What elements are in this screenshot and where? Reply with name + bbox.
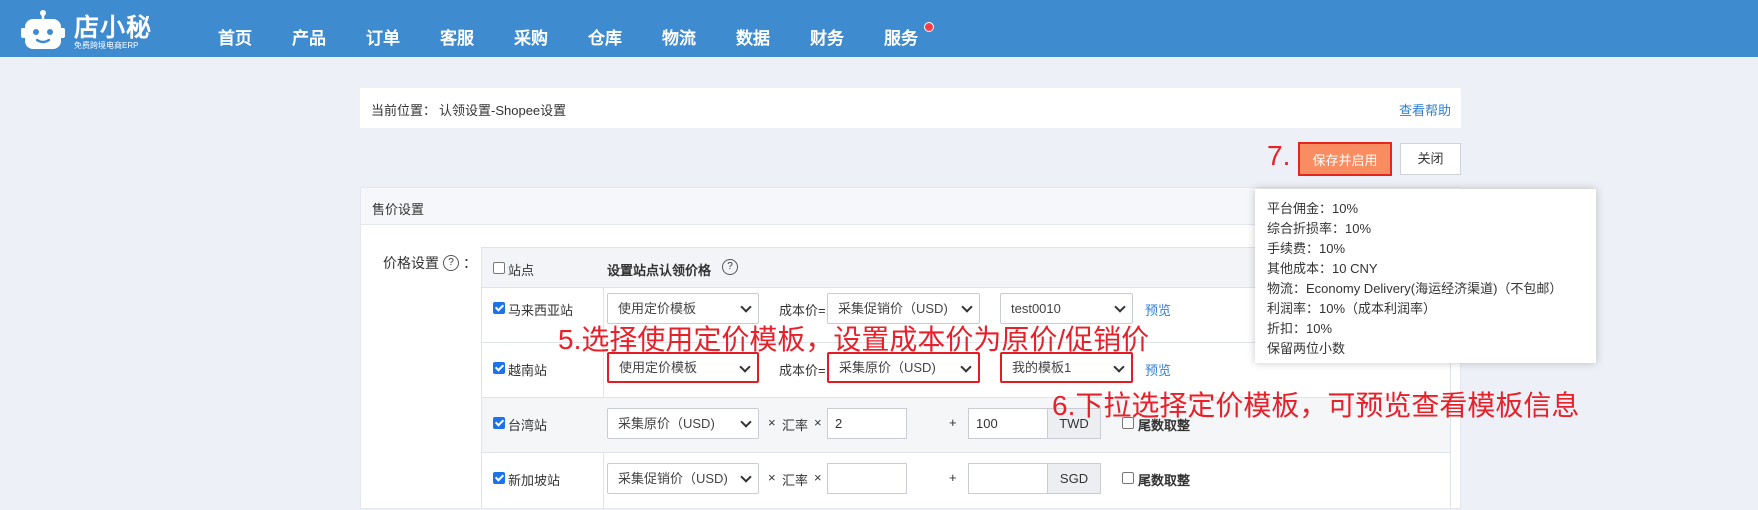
site-label: 新加坡站 bbox=[508, 473, 561, 488]
cost-price-label: 成本价= bbox=[779, 363, 826, 378]
pricing-mode-value: 使用定价模板 bbox=[619, 360, 698, 375]
help-question-icon[interactable]: ? bbox=[443, 255, 459, 271]
pricing-template-value: 我的模板1 bbox=[1012, 360, 1072, 375]
site-checkbox-malaysia[interactable] bbox=[493, 302, 505, 314]
source-price-select[interactable]: 采集促销价（USD) bbox=[607, 463, 759, 494]
help-link[interactable]: 查看帮助 bbox=[1399, 100, 1451, 119]
chevron-down-icon bbox=[961, 301, 973, 313]
exchange-rate-label: 汇率 bbox=[782, 418, 809, 433]
plus-sign: + bbox=[949, 470, 957, 485]
chevron-down-icon bbox=[1113, 361, 1125, 373]
breadcrumb-path: 认领设置-Shopee设置 bbox=[439, 103, 567, 118]
chevron-down-icon bbox=[740, 301, 752, 313]
nav-item-services-wrap: 服务 bbox=[864, 0, 938, 57]
site-checkbox-vietnam[interactable] bbox=[493, 362, 505, 374]
cost-price-label: 成本价= bbox=[779, 303, 826, 318]
logo[interactable]: 店小秘 免费跨境电商ERP bbox=[18, 6, 158, 52]
tooltip-line: 手续费：10% bbox=[1267, 241, 1346, 256]
chevron-down-icon bbox=[960, 361, 972, 373]
chevron-down-icon bbox=[740, 471, 752, 483]
chevron-down-icon bbox=[740, 416, 752, 428]
nav-item-logistics[interactable]: 物流 bbox=[642, 0, 716, 57]
header-price: 设置站点认领价格 bbox=[607, 263, 712, 278]
tooltip-line: 平台佣金：10% bbox=[1267, 201, 1359, 216]
plus-sign: + bbox=[949, 415, 957, 430]
robot-logo-icon bbox=[21, 10, 65, 49]
site-checkbox-taiwan[interactable] bbox=[493, 417, 505, 429]
price-help-icon[interactable]: ? bbox=[722, 259, 738, 275]
exchange-rate-label: 汇率 bbox=[782, 473, 809, 488]
times-sign: × bbox=[814, 470, 822, 485]
nav-item-warehouse[interactable]: 仓库 bbox=[568, 0, 642, 57]
chevron-down-icon bbox=[739, 361, 751, 373]
nav-item-products[interactable]: 产品 bbox=[272, 0, 346, 57]
main-nav: 首页 产品 订单 客服 采购 仓库 物流 数据 财务 服务 bbox=[198, 0, 938, 57]
save-and-enable-button[interactable]: 保存并启用 bbox=[1298, 142, 1392, 176]
currency-addon: SGD bbox=[1047, 463, 1101, 494]
site-checkbox-singapore[interactable] bbox=[493, 472, 505, 484]
tooltip-line: 综合折损率：10% bbox=[1267, 221, 1372, 236]
source-price-value: 采集促销价（USD) bbox=[618, 471, 728, 486]
tooltip-line: 物流：Economy Delivery(海运经济渠道)（不包邮） bbox=[1267, 281, 1563, 296]
preview-link[interactable]: 预览 bbox=[1145, 300, 1171, 319]
round-tail-label: 尾数取整 bbox=[1138, 473, 1191, 488]
brand-name: 店小秘 bbox=[74, 14, 153, 42]
nav-item-home[interactable]: 首页 bbox=[198, 0, 272, 57]
step-5-annotation: 5.选择使用定价模板，设置成本价为原价/促销价 bbox=[558, 324, 1150, 355]
source-price-value: 采集原价（USD) bbox=[618, 416, 715, 431]
select-all-checkbox[interactable] bbox=[493, 262, 505, 274]
top-navbar: 店小秘 免费跨境电商ERP 首页 产品 订单 客服 采购 仓库 物流 数据 财务… bbox=[0, 0, 1758, 57]
breadcrumb-label: 当前位置： bbox=[371, 103, 437, 118]
additional-amount-input[interactable]: 100 bbox=[968, 408, 1048, 439]
step-6-annotation: 6.下拉选择定价模板，可预览查看模板信息 bbox=[1052, 390, 1580, 421]
price-setting-text: 价格设置 bbox=[383, 255, 439, 271]
preview-link[interactable]: 预览 bbox=[1145, 360, 1171, 379]
round-tail-checkbox[interactable] bbox=[1122, 472, 1134, 484]
brand-tagline: 免费跨境电商ERP bbox=[74, 41, 139, 50]
cost-price-value: 采集促销价（USD) bbox=[838, 301, 948, 316]
nav-item-purchasing[interactable]: 采购 bbox=[494, 0, 568, 57]
tooltip-line: 折扣：10% bbox=[1267, 321, 1333, 336]
nav-item-customer-service[interactable]: 客服 bbox=[420, 0, 494, 57]
tooltip-line: 保留两位小数 bbox=[1267, 341, 1346, 356]
panel-title: 售价设置 bbox=[372, 202, 425, 217]
close-button[interactable]: 关闭 bbox=[1400, 143, 1461, 175]
nav-item-data[interactable]: 数据 bbox=[716, 0, 790, 57]
price-setting-colon: ： bbox=[463, 255, 477, 271]
tooltip-line: 其他成本：10 CNY bbox=[1267, 261, 1378, 276]
pricing-template-value: test0010 bbox=[1011, 301, 1061, 316]
times-sign: × bbox=[768, 415, 776, 430]
nav-item-finance[interactable]: 财务 bbox=[790, 0, 864, 57]
chevron-down-icon bbox=[1114, 301, 1126, 313]
times-sign: × bbox=[768, 470, 776, 485]
site-label: 越南站 bbox=[508, 363, 548, 378]
nav-item-orders[interactable]: 订单 bbox=[346, 0, 420, 57]
notification-dot-icon bbox=[924, 22, 934, 32]
exchange-rate-input[interactable]: 2 bbox=[827, 408, 907, 439]
template-preview-tooltip: 平台佣金：10% 综合折损率：10% 手续费：10% 其他成本：10 CNY 物… bbox=[1255, 189, 1596, 363]
pricing-mode-value: 使用定价模板 bbox=[618, 301, 697, 316]
source-price-select[interactable]: 采集原价（USD) bbox=[607, 408, 759, 439]
times-sign: × bbox=[814, 415, 822, 430]
header-site: 站点 bbox=[508, 263, 535, 278]
price-setting-label: 价格设置 ? ： bbox=[383, 253, 477, 273]
step-7-annotation: 7. bbox=[1267, 140, 1291, 171]
breadcrumb: 当前位置： 认领设置-Shopee设置 查看帮助 bbox=[360, 88, 1461, 128]
additional-amount-input[interactable] bbox=[968, 463, 1048, 494]
exchange-rate-input[interactable] bbox=[827, 463, 907, 494]
table-row-singapore: 新加坡站 采集促销价（USD) × 汇率 × + SGD 尾数取整 bbox=[482, 453, 1450, 510]
cost-price-value: 采集原价（USD) bbox=[839, 360, 936, 375]
tooltip-line: 利润率：10%（成本利润率） bbox=[1267, 301, 1437, 316]
site-label: 马来西亚站 bbox=[508, 303, 574, 318]
site-label: 台湾站 bbox=[508, 418, 548, 433]
